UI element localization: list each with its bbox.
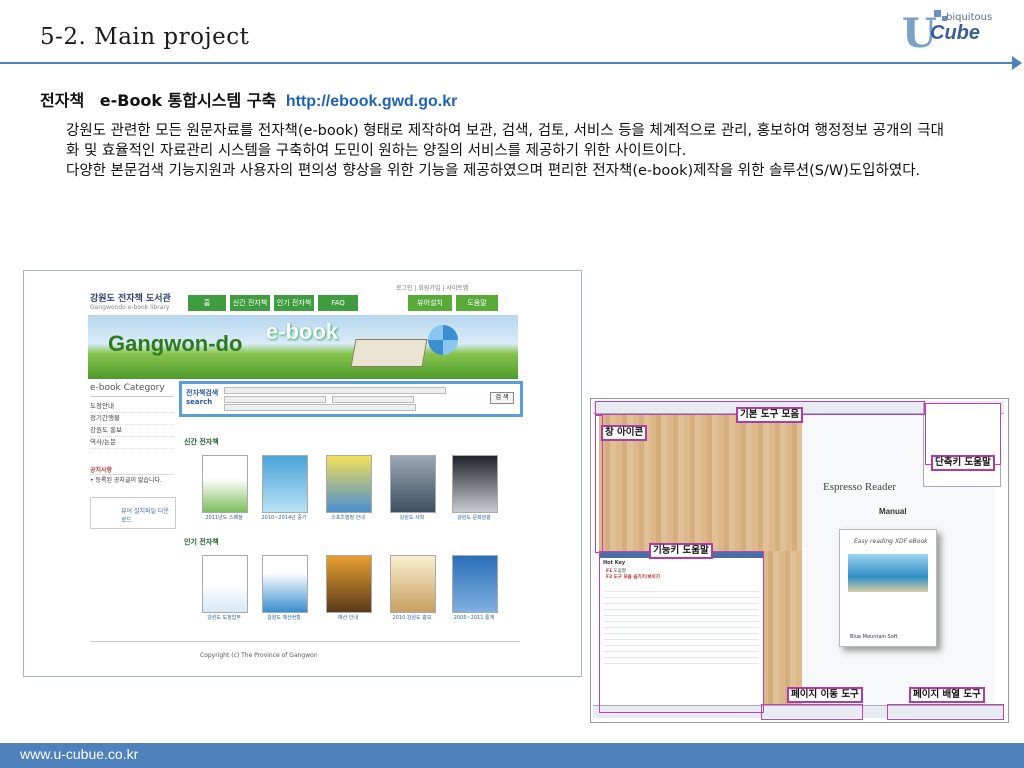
site-footer-text: Copyright (c) The Province of Gangwon [200, 652, 318, 659]
nav-faq[interactable]: FAQ [318, 295, 358, 311]
book-caption[interactable]: 강원도 예산현황 [258, 614, 310, 621]
page-move-highlight [761, 704, 863, 720]
label-page-move: 페이지 이동 도구 [787, 687, 863, 703]
page-layout-highlight [887, 704, 1004, 720]
heading-category: 전자책 [40, 91, 85, 110]
book-caption[interactable]: 강원도 문화관광 [448, 514, 500, 521]
category-item[interactable]: 도정안내 [90, 401, 174, 413]
pinwheel-icon [428, 325, 458, 355]
search-label: 전자책검색 search [186, 388, 218, 406]
search-field-1[interactable] [224, 396, 326, 403]
book-caption[interactable]: 강원도 도정업무 [198, 614, 250, 621]
book-caption[interactable]: 2010~2014년 중기 [258, 514, 310, 521]
viewer-download-button[interactable]: 뷰어 설치파일 다운로드 [90, 497, 176, 529]
sea-image [848, 554, 928, 592]
site-banner: Gangwon-do e-book [88, 315, 518, 379]
nav-help[interactable]: 도움말 [456, 295, 498, 311]
category-item[interactable]: 정기간행물 [90, 413, 174, 425]
website-screenshot: 강원도 전자책 도서관 Gangwondo e-book library 로그인… [23, 270, 582, 677]
category-title: e-book Category [90, 383, 174, 397]
label-shortcut-help: 단축키 도움말 [931, 455, 995, 471]
notice-title[interactable]: 공지사항 [90, 465, 174, 475]
site-logo: 강원도 전자책 도서관 Gangwondo e-book library [90, 291, 171, 311]
search-label-english: search [186, 398, 213, 406]
nav-home[interactable]: 홈 [188, 295, 226, 311]
heading-url-link[interactable]: http://ebook.gwd.go.kr [286, 93, 458, 110]
ucube-logo: U biquitous Cube [902, 8, 1014, 58]
logo-square-icon [934, 10, 941, 17]
search-button[interactable]: 검 색 [490, 392, 514, 404]
site-subtitle: Gangwondo e-book library [90, 304, 170, 311]
viewer-screenshot: Espresso Reader Manual Easy reading XDF … [590, 398, 1009, 723]
book-caption[interactable]: 2005~2011 통계 [448, 614, 500, 621]
book-thumbnail[interactable] [326, 455, 372, 513]
book-thumbnail[interactable] [262, 455, 308, 513]
book-icon [350, 339, 428, 367]
notice-panel: 공지사항 • 등록된 공지글이 없습니다. [90, 465, 174, 484]
label-function-help: 기능키 도움말 [649, 543, 713, 559]
label-window-icon: 창 아이콘 [601, 425, 648, 441]
search-date-range[interactable] [224, 404, 416, 411]
section-new-ebooks: 신간 전자책 [184, 438, 219, 446]
cover-subtitle: Manual [879, 507, 907, 516]
box-publisher: Blue Mountain Soft [850, 634, 898, 640]
book-caption[interactable]: 강원도 사회 [386, 514, 438, 521]
book-thumbnail[interactable] [452, 555, 498, 613]
logo-word: Cube [930, 22, 980, 44]
search-field-2[interactable] [332, 396, 414, 403]
category-item[interactable]: 역사/논문 [90, 437, 174, 449]
book-caption[interactable]: 예산 안내 [322, 614, 374, 621]
footer-url[interactable]: www.u-cubue.co.kr [20, 746, 138, 762]
category-panel: e-book Category 도정안내 정기간행물 강원도 홍보 역사/논문 [90, 383, 174, 449]
site-name: 강원도 전자책 도서관 [90, 294, 171, 304]
book-thumbnail[interactable] [202, 455, 248, 513]
search-panel: 전자책검색 search 검 색 [179, 381, 523, 417]
banner-title-ebook: e-book [266, 319, 339, 344]
site-footer: Copyright (c) The Province of Gangwon [90, 641, 520, 670]
book-thumbnail[interactable] [390, 555, 436, 613]
project-heading: 전자책 e-Book 통합시스템 구축 http://ebook.gwd.go.… [40, 87, 457, 111]
help-highlight [599, 551, 764, 713]
description-paragraph-1: 강원도 관련한 모든 원문자료를 전자책(e-book) 형태로 제작하여 보관… [66, 123, 944, 159]
banner-title: Gangwon-do [108, 331, 243, 356]
title-divider [0, 62, 1014, 64]
nav-popular-ebooks[interactable]: 인기 전자책 [274, 295, 314, 311]
cover-title: Espresso Reader [823, 481, 897, 493]
book-thumbnail[interactable] [262, 555, 308, 613]
box-text: Easy reading XDF eBook [854, 538, 928, 545]
description-paragraph-2: 다양한 본문검색 기능지원과 사용자의 편의성 향상을 위한 기능을 제공하였으… [66, 163, 921, 179]
book-caption[interactable]: 2010 강원도 홍보 [386, 614, 438, 621]
product-box: Easy reading XDF eBook Blue Mountain Sof… [839, 529, 937, 647]
label-basic-tools: 기본 도구 모음 [736, 407, 804, 423]
notice-item: • 등록된 공지글이 없습니다. [90, 477, 162, 484]
divider-arrow-icon [1012, 56, 1022, 70]
heading-main: e-Book 통합시스템 구축 [99, 91, 277, 110]
book-thumbnail[interactable] [452, 455, 498, 513]
category-item[interactable]: 강원도 홍보 [90, 425, 174, 437]
book-caption[interactable]: 2011년도 스페셜 [198, 514, 250, 521]
book-thumbnail[interactable] [326, 555, 372, 613]
label-page-layout: 페이지 배열 도구 [909, 687, 985, 703]
book-thumbnail[interactable] [202, 555, 248, 613]
slide-footer: www.u-cubue.co.kr [0, 743, 1024, 768]
nav-new-ebooks[interactable]: 신간 전자책 [230, 295, 270, 311]
section-popular-ebooks: 인기 전자책 [184, 538, 219, 546]
book-caption[interactable]: 스포츠행정 안내 [322, 514, 374, 521]
search-input[interactable] [224, 387, 446, 394]
viewer-download-label: 뷰어 설치파일 다운로드 [121, 508, 169, 524]
slide-title: 5-2. Main project [40, 24, 250, 50]
book-thumbnail[interactable] [390, 455, 436, 513]
logo-square-icon [942, 16, 947, 21]
search-label-korean: 전자책검색 [186, 389, 219, 397]
site-top-links[interactable]: 로그인 | 회원가입 | 사이트맵 [396, 283, 468, 292]
project-description: 강원도 관련한 모든 원문자료를 전자책(e-book) 형태로 제작하여 보관… [66, 121, 954, 181]
nav-viewer-install[interactable]: 뷰어설치 [408, 295, 452, 311]
